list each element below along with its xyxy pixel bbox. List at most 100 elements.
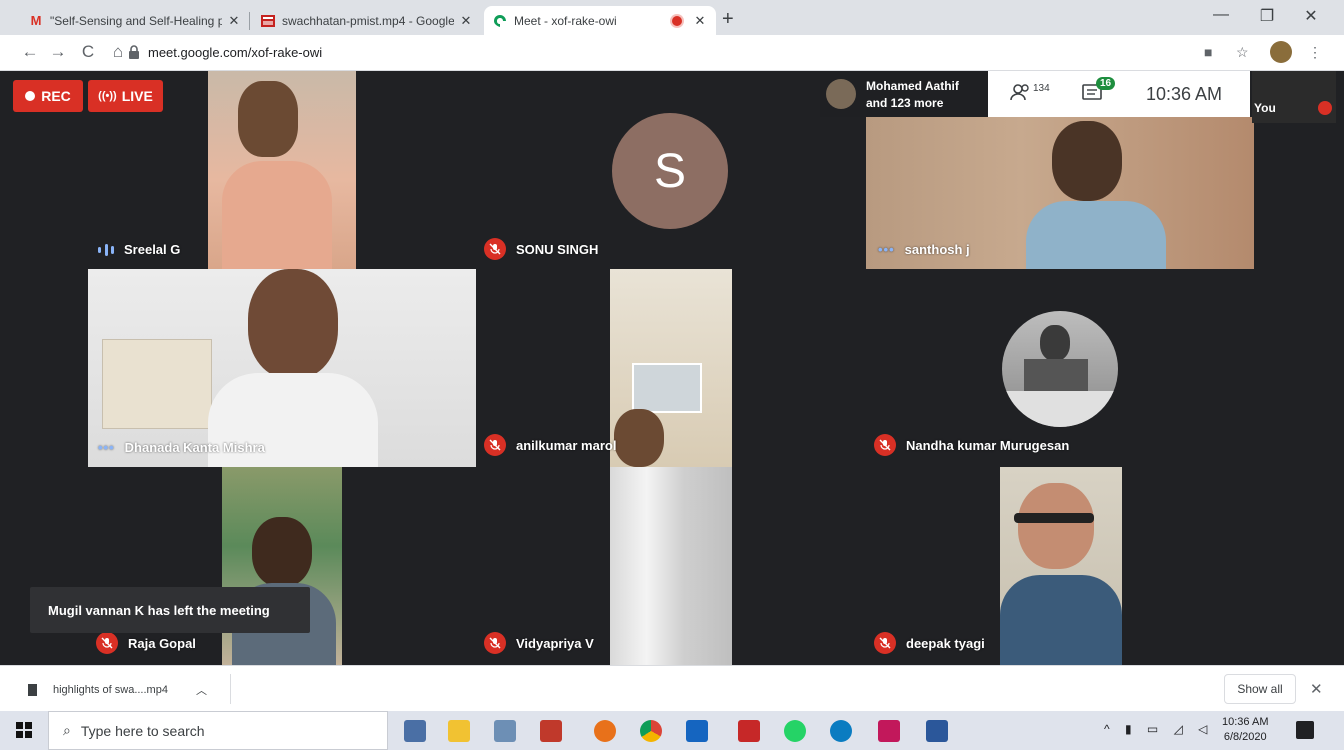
taskbar-search[interactable]: ⌕ Type here to search [48, 711, 388, 750]
meeting-clock: 10:36 AM [1146, 84, 1223, 104]
restore-button[interactable]: ❐ [1252, 6, 1282, 26]
participant-tile[interactable]: Raja Gopal [88, 467, 476, 665]
self-view[interactable]: You [1252, 71, 1336, 123]
download-item[interactable]: highlights of swa....mp4 ︿ [28, 682, 207, 698]
participant-video [88, 269, 476, 467]
recording-button[interactable]: REC [13, 80, 83, 112]
divider [230, 674, 231, 704]
word-icon[interactable] [926, 720, 948, 742]
reload-button[interactable]: C [76, 42, 100, 62]
minimize-button[interactable]: — [1206, 6, 1236, 24]
chevron-up-icon[interactable]: ︿ [196, 682, 207, 698]
record-dot-icon [25, 91, 36, 101]
download-filename: highlights of swa....mp4 [53, 684, 168, 696]
participant-video [610, 467, 732, 665]
notification-toast: Mugil vannan K has left the meeting [30, 587, 310, 633]
forward-button[interactable]: → [46, 42, 70, 62]
search-placeholder: Type here to search [80, 722, 205, 739]
mic-off-icon [96, 632, 118, 654]
meeting-info-bar: 134 16 10:36 AM [988, 71, 1250, 117]
participant-video [1002, 311, 1118, 427]
video-file-icon [260, 13, 276, 29]
mic-off-icon [874, 434, 896, 456]
participant-video [208, 71, 356, 269]
close-icon[interactable]: ✕ [458, 13, 474, 29]
participant-video [1016, 117, 1176, 269]
tab-gmail[interactable]: M "Self-Sensing and Self-Healing p ✕ [20, 6, 250, 35]
tab-title: Meet - xof-rake-owi [514, 13, 617, 28]
participant-tile[interactable]: ••• santhosh j [866, 117, 1254, 269]
presenter-more: and 123 more [866, 96, 944, 110]
meeting-grid: Sreelal G S SONU SINGH ••• santhosh j ••… [0, 71, 1344, 665]
mic-off-icon [484, 434, 506, 456]
chrome-icon[interactable] [640, 720, 662, 742]
tab-video[interactable]: swachhatan-pmist.mp4 - Google ✕ [252, 6, 482, 35]
tray-icons[interactable]: ^ ▮ ▭ ◿ ◁ [1104, 722, 1213, 736]
mic-off-icon [874, 632, 896, 654]
show-all-button[interactable]: Show all [1224, 674, 1296, 704]
participant-tile[interactable]: Vidyapriya V [476, 467, 866, 665]
taskbar-clock[interactable]: 10:36 AM 6/8/2020 [1222, 715, 1268, 745]
app-icon[interactable] [878, 720, 900, 742]
app-icon[interactable] [540, 720, 562, 742]
participant-name: ••• Dhanada Kanta Mishra [98, 440, 265, 455]
people-icon [1010, 84, 1029, 101]
participant-video [1000, 467, 1122, 665]
lock-icon [129, 45, 139, 59]
participant-tile[interactable]: Nandha kumar Murugesan [866, 269, 1254, 467]
close-icon[interactable]: ✕ [226, 13, 242, 29]
avatar[interactable] [1270, 41, 1292, 63]
home-button[interactable]: ⌂ [106, 42, 130, 62]
speaking-indicator-icon [98, 243, 114, 256]
participants-count: 134 [1033, 83, 1050, 94]
url-field[interactable]: meet.google.com/xof-rake-owi [148, 45, 322, 60]
participant-name: deepak tyagi [874, 632, 985, 654]
close-window-button[interactable]: ✕ [1296, 6, 1326, 26]
participant-video [222, 467, 342, 665]
store-icon[interactable] [448, 720, 470, 742]
tab-separator [249, 12, 250, 30]
camera-icon[interactable]: ■ [1204, 44, 1212, 60]
participant-name: ••• santhosh j [878, 242, 970, 257]
chat-button[interactable]: 16 [1082, 77, 1116, 108]
back-button[interactable]: ← [18, 42, 42, 62]
participant-tile[interactable]: anilkumar marol [476, 269, 866, 467]
live-stream-button[interactable]: ((•)) LIVE [88, 80, 163, 112]
file-explorer-icon[interactable] [404, 720, 426, 742]
participant-tile[interactable]: S SONU SINGH [476, 71, 866, 269]
tab-strip: M "Self-Sensing and Self-Healing p ✕ swa… [0, 0, 1344, 35]
file-icon [28, 684, 37, 696]
windows-start-icon[interactable] [16, 722, 32, 738]
participants-button[interactable]: 134 [1010, 83, 1050, 101]
live-label: LIVE [121, 88, 153, 104]
notifications-icon[interactable] [1296, 721, 1314, 739]
downloads-bar: highlights of swa....mp4 ︿ Show all ✕ [0, 665, 1344, 711]
chat-badge: 16 [1096, 77, 1116, 90]
media-player-icon[interactable] [686, 720, 708, 742]
app-icon[interactable] [494, 720, 516, 742]
participant-video [610, 269, 732, 467]
presenter-name: Mohamed Aathif [866, 79, 959, 93]
search-icon: ⌕ [63, 722, 71, 738]
taskbar: ⌕ Type here to search ^ ▮ ▭ ◿ ◁ 10:36 AM… [0, 711, 1344, 750]
participant-name: Sreelal G [98, 242, 180, 257]
participant-tile[interactable]: deepak tyagi [866, 467, 1254, 665]
presenter-chip[interactable]: Mohamed Aathif and 123 more [820, 71, 990, 117]
clock-date: 6/8/2020 [1223, 731, 1267, 743]
tab-meet[interactable]: Meet - xof-rake-owi ✕ [484, 6, 716, 35]
audio-indicator-icon: ••• [878, 242, 895, 257]
close-icon[interactable]: ✕ [692, 13, 708, 29]
clock-time: 10:36 AM [1222, 716, 1269, 728]
edge-icon[interactable] [830, 720, 852, 742]
tab-title: "Self-Sensing and Self-Healing p [50, 13, 222, 28]
participant-name: Raja Gopal [96, 632, 196, 654]
participant-name: Vidyapriya V [484, 632, 594, 654]
menu-icon[interactable]: ⋮ [1308, 44, 1322, 61]
close-icon[interactable]: ✕ [1310, 680, 1323, 698]
new-tab-button[interactable]: + [722, 8, 734, 31]
firefox-icon[interactable] [594, 720, 616, 742]
app-icon[interactable] [738, 720, 760, 742]
whatsapp-icon[interactable] [784, 720, 806, 742]
bookmark-star-icon[interactable]: ☆ [1236, 44, 1249, 61]
participant-tile[interactable]: ••• Dhanada Kanta Mishra [88, 269, 476, 467]
